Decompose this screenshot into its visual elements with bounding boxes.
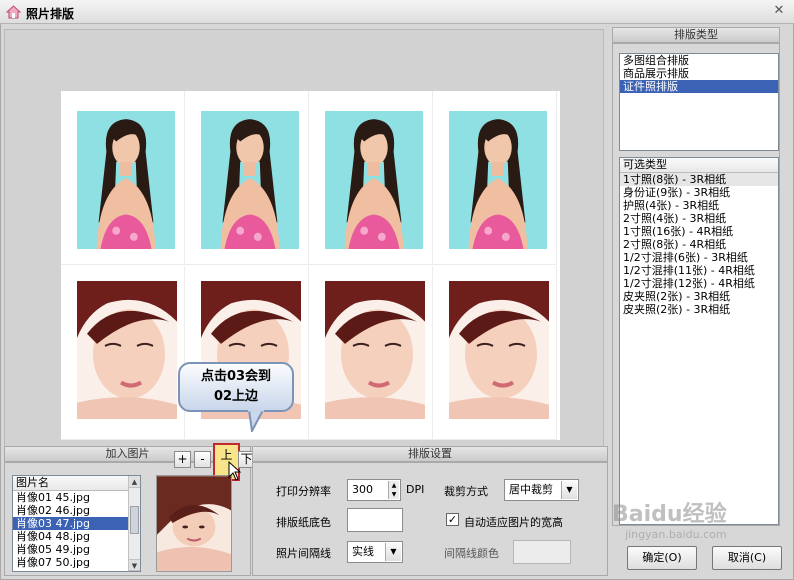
optional-type-item[interactable]: 皮夹照(2张) - 3R相纸 [620, 303, 778, 316]
layout-cell [309, 266, 433, 440]
mouse-pointer-icon [228, 461, 242, 481]
file-list-header: 图片名 [13, 476, 128, 491]
file-list-scrollbar[interactable]: ▲ ▼ [128, 476, 140, 571]
crop-mode-select[interactable]: 居中裁剪 ▼ [504, 479, 579, 501]
spacing-line-select[interactable]: 实线 ▼ [347, 541, 403, 563]
tip-callout: 点击03会到 02上边 [178, 362, 294, 412]
watermark-brand: Baidu经验 [612, 502, 727, 527]
optional-type-item[interactable]: 2寸照(4张) - 3R相纸 [620, 212, 778, 225]
optional-type-item[interactable]: 1寸照(16张) - 4R相纸 [620, 225, 778, 238]
print-resolution-input[interactable]: 300 ▲ ▼ [347, 479, 401, 501]
spacing-line-value: 实线 [352, 545, 374, 558]
auto-fit-label: 自动适应图片的宽高 [464, 516, 563, 529]
optional-type-header: 可选类型 [620, 158, 778, 173]
watermark-url: jingyan.baidu.com [625, 528, 727, 541]
crop-mode-value: 居中裁剪 [509, 483, 553, 496]
image-file-item[interactable]: 肖像04 48.jpg [13, 530, 128, 543]
spin-up-icon[interactable]: ▲ [389, 481, 399, 490]
layout-sheet [61, 91, 560, 440]
image-file-item[interactable]: 肖像01 45.jpg [13, 491, 128, 504]
title-bar: 照片排版 ✕ [0, 0, 794, 24]
optional-type-item[interactable]: 皮夹照(2张) - 3R相纸 [620, 290, 778, 303]
layout-type-header: 排版类型 [612, 27, 780, 43]
portrait-photo[interactable] [449, 281, 549, 419]
portrait-photo[interactable] [77, 281, 177, 419]
window-title: 照片排版 [26, 7, 75, 21]
layout-type-item[interactable]: 多图组合排版 [620, 54, 778, 67]
layout-settings-header: 排版设置 [252, 446, 608, 462]
selected-image-thumbnail [156, 475, 232, 572]
spacing-color-swatch[interactable] [513, 540, 571, 564]
layout-type-item[interactable]: 商品展示排版 [620, 67, 778, 80]
spacing-line-label: 照片间隔线 [276, 547, 331, 560]
spacing-color-label: 间隔线颜色 [444, 547, 499, 560]
portrait-photo[interactable] [201, 111, 299, 249]
layout-cell [433, 266, 557, 440]
paper-bg-label: 排版纸底色 [276, 516, 331, 529]
optional-type-list[interactable]: 可选类型 1寸照(8张) - 3R相纸 身份证(9张) - 3R相纸 护照(4张) … [619, 157, 779, 525]
optional-type-item[interactable]: 身份证(9张) - 3R相纸 [620, 186, 778, 199]
image-file-item[interactable]: 肖像02 46.jpg [13, 504, 128, 517]
scroll-up-icon[interactable]: ▲ [129, 476, 140, 488]
home-icon [6, 5, 21, 19]
layout-cell [433, 91, 557, 265]
optional-type-item[interactable]: 护照(4张) - 3R相纸 [620, 199, 778, 212]
add-images-title: 加入图片 [105, 447, 150, 460]
portrait-photo[interactable] [325, 281, 425, 419]
layout-cell [185, 91, 309, 265]
portrait-photo[interactable] [449, 111, 547, 249]
layout-cell [61, 266, 185, 440]
crop-mode-label: 裁剪方式 [444, 485, 488, 498]
chevron-down-icon[interactable]: ▼ [561, 481, 577, 499]
portrait-photo[interactable] [325, 111, 423, 249]
optional-type-item[interactable]: 1寸照(8张) - 3R相纸 [620, 173, 778, 186]
scroll-down-icon[interactable]: ▼ [129, 559, 140, 571]
layout-cell [185, 266, 309, 440]
chevron-down-icon[interactable]: ▼ [385, 543, 401, 561]
layout-cell [309, 91, 433, 265]
portrait-photo[interactable] [77, 111, 175, 249]
image-file-item[interactable]: 肖像05 49.jpg [13, 543, 128, 556]
optional-type-item[interactable]: 1/2寸混排(6张) - 3R相纸 [620, 251, 778, 264]
layout-type-item[interactable]: 证件照排版 [620, 80, 778, 93]
resolution-spinner[interactable]: ▲ ▼ [388, 481, 399, 499]
image-file-item[interactable]: 肖像03 47.jpg [13, 517, 128, 530]
preview-canvas [4, 29, 604, 447]
add-image-button[interactable]: + [174, 451, 191, 468]
optional-type-item[interactable]: 1/2寸混排(11张) - 4R相纸 [620, 264, 778, 277]
auto-fit-checkbox[interactable]: ✓ [446, 513, 459, 526]
image-file-list[interactable]: 图片名 肖像01 45.jpg 肖像02 46.jpg 肖像03 47.jpg 肖像0… [12, 475, 141, 572]
tip-line-2: 02上边 [213, 389, 259, 404]
dpi-unit: DPI [406, 483, 425, 496]
cancel-button[interactable]: 取消(C) [712, 546, 782, 570]
remove-image-button[interactable]: - [194, 451, 211, 468]
scroll-thumb[interactable] [130, 506, 139, 534]
print-resolution-value: 300 [352, 483, 373, 496]
tip-line-1: 点击03会到 [200, 369, 272, 384]
print-resolution-label: 打印分辨率 [276, 485, 331, 498]
ok-button[interactable]: 确定(O) [627, 546, 697, 570]
close-icon[interactable]: ✕ [772, 4, 786, 18]
spin-down-icon[interactable]: ▼ [389, 490, 399, 499]
layout-cell [61, 91, 185, 265]
callout-tail [248, 410, 264, 432]
image-file-item[interactable]: 肖像07 50.jpg [13, 556, 128, 569]
watermark: Baidu经验 jingyan.baidu.com [612, 496, 727, 541]
paper-bg-color-swatch[interactable] [347, 508, 403, 532]
optional-type-item[interactable]: 1/2寸混排(12张) - 4R相纸 [620, 277, 778, 290]
layout-type-list[interactable]: 多图组合排版 商品展示排版 证件照排版 [619, 53, 779, 151]
optional-type-item[interactable]: 2寸照(8张) - 4R相纸 [620, 238, 778, 251]
